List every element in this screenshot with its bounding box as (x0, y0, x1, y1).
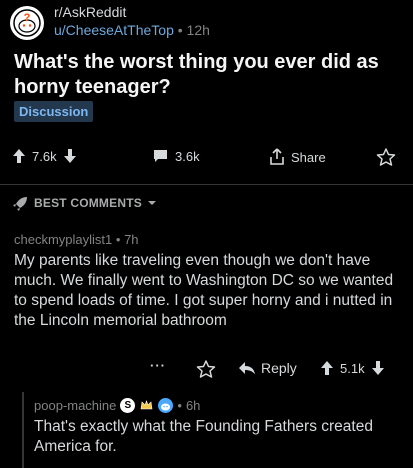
subreddit-name[interactable]: r/AskReddit (54, 4, 126, 20)
askreddit-logo-icon: ? (13, 9, 41, 37)
comment-actions: ··· Reply 5.1k (0, 356, 413, 384)
award-icon (376, 148, 396, 166)
upvote-icon[interactable] (12, 148, 26, 164)
section-divider (0, 184, 413, 185)
comments-button[interactable]: 3.6k (152, 148, 200, 164)
reply-label: Reply (261, 360, 297, 376)
reply-button[interactable]: Reply (238, 360, 297, 376)
snoo-icon (158, 398, 174, 413)
post-author-line: u/CheeseAtTheTop • 12h (54, 22, 210, 38)
comment-sort[interactable]: BEST COMMENTS (0, 186, 413, 220)
award-button[interactable] (196, 360, 216, 378)
more-options-button[interactable]: ··· (150, 358, 166, 373)
post-comment-count: 3.6k (175, 148, 200, 164)
meta-separator: • (177, 22, 183, 38)
share-button[interactable]: Share (268, 148, 326, 166)
post-actions: 7.6k 3.6k Share (0, 140, 413, 176)
share-label: Share (291, 149, 326, 165)
comment-score: 5.1k (340, 360, 365, 376)
post-age: 12h (186, 22, 210, 38)
downvote-icon[interactable] (63, 148, 77, 164)
sort-label: BEST COMMENTS (34, 196, 142, 210)
reply-comment: poop-machine S • 6h That's exactly what … (34, 398, 404, 457)
comment-meta: checkmyplaylist1 • 7h (14, 232, 406, 247)
post-flair[interactable]: Discussion (14, 101, 94, 122)
comment-meta: poop-machine S • 6h (34, 398, 404, 413)
comment-body: My parents like traveling even though we… (14, 252, 394, 329)
post-title[interactable]: What's the worst thing you ever did as h… (14, 50, 404, 100)
share-icon (270, 148, 284, 165)
comment-author[interactable]: poop-machine (34, 398, 116, 413)
subreddit-avatar[interactable]: ? (10, 6, 44, 40)
comment-author[interactable]: checkmyplaylist1 (14, 232, 112, 247)
downvote-icon[interactable] (371, 360, 385, 376)
award-icon (196, 360, 216, 378)
thread-line[interactable] (22, 392, 24, 468)
vote-group: 7.6k (12, 148, 77, 164)
chevron-down-icon (147, 201, 156, 205)
meta-separator: • (115, 232, 121, 247)
comment-body: That's exactly what the Founding Fathers… (34, 418, 373, 455)
award-button[interactable] (376, 148, 396, 166)
post-upvote-count: 7.6k (32, 148, 57, 164)
crown-icon (139, 398, 155, 413)
rocket-icon (13, 197, 27, 211)
comment-age: 6h (185, 398, 201, 413)
flair-s-icon: S (120, 398, 136, 413)
post-author[interactable]: u/CheeseAtTheTop (54, 22, 174, 38)
meta-separator: • (177, 398, 182, 413)
comment-icon (154, 150, 167, 162)
reply-icon (239, 362, 255, 374)
comment-vote-group: 5.1k (320, 360, 385, 376)
post-header: ? r/AskReddit u/CheeseAtTheTop • 12h Wha… (0, 0, 413, 176)
comment: checkmyplaylist1 • 7h My parents like tr… (14, 232, 406, 331)
upvote-icon[interactable] (320, 360, 334, 376)
comment-age: 7h (124, 232, 139, 247)
svg-text:?: ? (24, 12, 31, 24)
